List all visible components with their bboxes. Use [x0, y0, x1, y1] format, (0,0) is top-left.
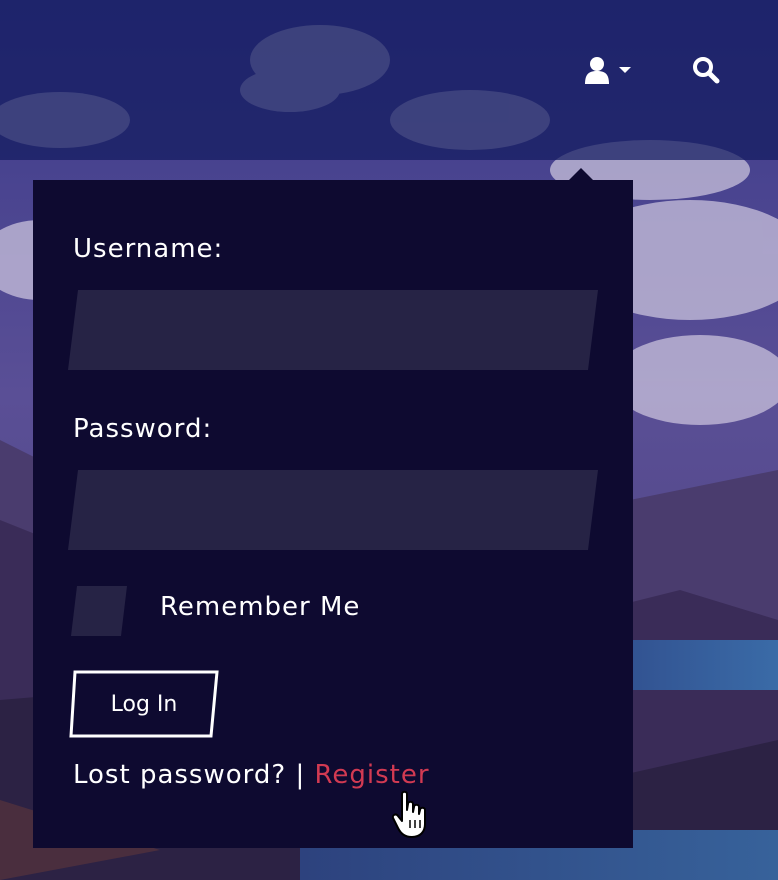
user-account-menu[interactable]: [584, 54, 638, 86]
links-separator: |: [286, 760, 315, 790]
hand-pointer-icon: [390, 790, 430, 840]
username-input[interactable]: [68, 290, 598, 370]
password-label: Password:: [73, 414, 213, 444]
remember-me-checkbox[interactable]: [71, 586, 127, 636]
panel-pointer-arrow: [569, 168, 593, 180]
user-icon: [585, 57, 609, 84]
password-input[interactable]: [68, 470, 598, 550]
caret-down-icon: [619, 67, 631, 73]
remember-me-label[interactable]: Remember Me: [160, 592, 360, 622]
search-button[interactable]: [690, 54, 722, 86]
register-link[interactable]: Register: [314, 760, 429, 790]
username-label: Username:: [73, 234, 224, 264]
login-button[interactable]: Log In: [69, 670, 219, 738]
header-bar: [0, 0, 778, 160]
search-icon: [693, 57, 720, 84]
login-button-label: Log In: [110, 691, 178, 717]
login-dropdown-panel: Username: Password: Remember Me Log In L…: [33, 168, 633, 848]
account-links: Lost password? | Register: [73, 760, 430, 790]
lost-password-link[interactable]: Lost password?: [73, 760, 286, 790]
